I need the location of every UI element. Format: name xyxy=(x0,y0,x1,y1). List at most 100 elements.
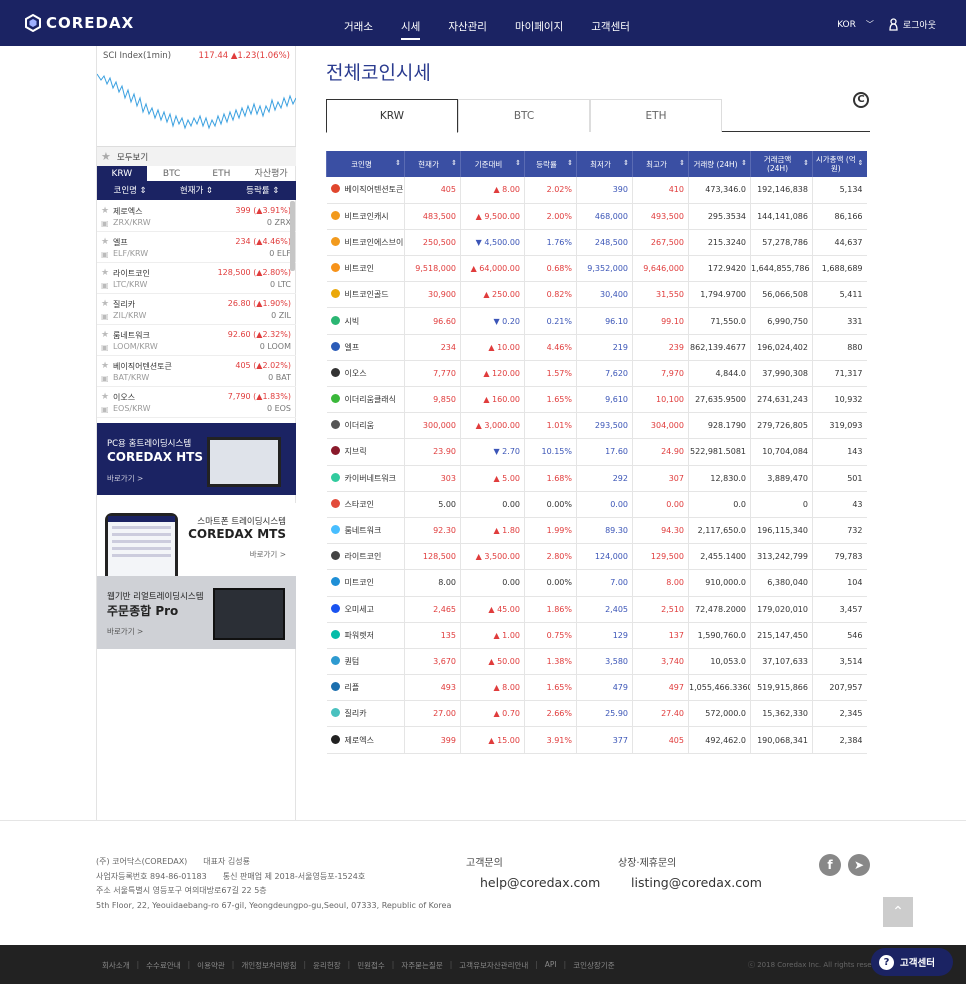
coin-cell[interactable]: 라이트코인 xyxy=(326,543,405,571)
sidebar-tab-btc[interactable]: BTC xyxy=(147,166,197,181)
telegram-icon[interactable]: ➤ xyxy=(848,854,870,876)
facebook-icon[interactable]: f xyxy=(819,854,841,876)
scroll-to-top-button[interactable]: ⌃ xyxy=(883,897,913,927)
coin-cell[interactable]: 카이버네트워크 xyxy=(326,465,405,492)
star-icon[interactable]: ★ xyxy=(101,237,109,247)
sidebar-coin-row[interactable]: ★ 제로엑스 399 (▲3.91%) ▣ ZRX/KRW 0 ZRX xyxy=(97,201,296,232)
sort-icon[interactable]: ⇕ xyxy=(451,159,457,167)
listing-email[interactable]: listing@coredax.com xyxy=(631,875,762,890)
star-icon[interactable]: ★ xyxy=(101,361,109,371)
chevron-down-icon[interactable]: ﹀ xyxy=(866,19,874,30)
sort-icon[interactable]: ⇕ xyxy=(567,159,573,167)
table-row[interactable]: 비트코인에스브이 250,500 ▼ 4,500.00 1.76% 248,500 267… xyxy=(326,229,867,257)
sidebar-tab-assets[interactable]: 자산평가 xyxy=(246,166,296,181)
hts-banner[interactable]: PC용 홈트레이딩시스템 COREDAX HTS 바로가기 > xyxy=(97,423,296,495)
coin-cell[interactable]: 퀀텀 xyxy=(326,648,405,676)
sidebar-coin-row[interactable]: ★ 베이직어텐션토큰 405 (▲2.02%) ▣ BAT/KRW 0 BAT xyxy=(97,356,296,387)
mts-banner-link[interactable]: 바로가기 > xyxy=(250,549,286,560)
footer-link[interactable]: 자주묻는질문 xyxy=(401,960,442,971)
coin-cell[interactable]: 엘프 xyxy=(326,334,405,361)
coin-cell[interactable]: 이더리움 xyxy=(326,412,405,440)
sidebar-tab-krw[interactable]: KRW xyxy=(97,166,147,181)
column-header[interactable]: 기준대비 ⇕ xyxy=(460,151,525,177)
coin-cell[interactable]: 지브릭 xyxy=(326,438,405,466)
support-email[interactable]: help@coredax.com xyxy=(480,875,600,890)
sidebar-tab-eth[interactable]: ETH xyxy=(197,166,247,181)
sidebar-coin-row[interactable]: ★ 엘프 234 (▲4.46%) ▣ ELF/KRW 0 ELF xyxy=(97,232,296,263)
sidebar-coin-row[interactable]: ★ 라이트코인 128,500 (▲2.80%) ▣ LTC/KRW 0 LTC xyxy=(97,263,296,294)
footer-link[interactable]: 코인상장기준 xyxy=(573,960,614,971)
mts-banner[interactable]: 스마트폰 트레이딩시스템 COREDAX MTS 바로가기 > xyxy=(97,503,296,576)
sort-change-rate[interactable]: 등락률 ⇕ xyxy=(230,182,296,200)
sort-icon[interactable]: ⇕ xyxy=(395,159,401,167)
coin-cell[interactable]: 미트코인 xyxy=(326,569,405,597)
table-row[interactable]: 퀀텀 3,670 ▲ 50.00 1.38% 3,580 3,740 10,053.0 37,… xyxy=(326,648,867,676)
coin-cell[interactable]: 비트코인골드 xyxy=(326,281,405,309)
table-row[interactable]: 라이트코인 128,500 ▲ 3,500.00 2.80% 124,000 129,50… xyxy=(326,543,867,571)
table-row[interactable]: 이더리움클래식 9,850 ▲ 160.00 1.65% 9,610 10,100 27,6… xyxy=(326,386,867,414)
tab-eth[interactable]: ETH xyxy=(590,99,722,132)
nav-market-price[interactable]: 시세 xyxy=(387,0,434,46)
hts-banner-link[interactable]: 바로가기 > xyxy=(107,473,143,484)
coin-cell[interactable]: 제로엑스 xyxy=(326,726,405,754)
table-row[interactable]: 제로엑스 399 ▲ 15.00 3.91% 377 405 492,462.0 190,06… xyxy=(326,726,867,754)
table-row[interactable]: 비트코인 9,518,000 ▲ 64,000.00 0.68% 9,352,000 9,… xyxy=(326,255,867,283)
coin-cell[interactable]: 이오스 xyxy=(326,360,405,388)
table-row[interactable]: 질리카 27.00 ▲ 0.70 2.66% 25.90 27.40 572,000.0 15… xyxy=(326,700,867,728)
footer-link[interactable]: 수수료안내 xyxy=(146,960,181,971)
sort-current-price[interactable]: 현재가 ⇕ xyxy=(163,182,229,200)
column-header[interactable]: 최고가 ⇕ xyxy=(632,151,689,177)
footer-link[interactable]: 이용약관 xyxy=(197,960,225,971)
column-header[interactable]: 코인명 ⇕ xyxy=(326,151,405,177)
table-row[interactable]: 카이버네트워크 303 ▲ 5.00 1.68% 292 307 12,830.0 3,889… xyxy=(326,465,867,492)
nav-support[interactable]: 고객센터 xyxy=(577,0,644,46)
column-header[interactable]: 현재가 ⇕ xyxy=(404,151,461,177)
column-header[interactable]: 최저가 ⇕ xyxy=(576,151,633,177)
star-icon[interactable]: ★ xyxy=(101,206,109,216)
table-row[interactable]: 비트코인골드 30,900 ▲ 250.00 0.82% 30,400 31,550 1,7… xyxy=(326,281,867,309)
star-icon[interactable]: ★ xyxy=(101,392,109,402)
sidebar-coin-row[interactable]: ★ 룸네트워크 92.60 (▲2.32%) ▣ LOOM/KRW 0 LOOM xyxy=(97,325,296,356)
column-header[interactable]: 거래금액 (24H) ⇕ xyxy=(750,151,813,177)
language-select[interactable]: KOR xyxy=(837,20,856,30)
table-row[interactable]: 오미세고 2,465 ▲ 45.00 1.86% 2,405 2,510 72,478.20… xyxy=(326,596,867,623)
coin-cell[interactable]: 파워렛저 xyxy=(326,622,405,649)
pro-banner-link[interactable]: 바로가기 > xyxy=(107,626,143,637)
coin-cell[interactable]: 이더리움클래식 xyxy=(326,386,405,414)
table-row[interactable]: 스타코인 5.00 0.00 0.00% 0.00 0.00 0.0 0 43 xyxy=(326,491,867,518)
nav-mypage[interactable]: 마이페이지 xyxy=(501,0,577,46)
coin-cell[interactable]: 리플 xyxy=(326,674,405,702)
coredax-logo[interactable]: COREDAX xyxy=(24,14,134,32)
footer-link[interactable]: 민원접수 xyxy=(357,960,385,971)
column-header[interactable]: 거래량 (24H) ⇕ xyxy=(688,151,751,177)
sort-icon[interactable]: ⇕ xyxy=(679,159,685,167)
coin-cell[interactable]: 질리카 xyxy=(326,700,405,728)
column-header[interactable]: 등락률 ⇕ xyxy=(524,151,577,177)
table-row[interactable]: 미트코인 8.00 0.00 0.00% 7.00 8.00 910,000.0 6,380,… xyxy=(326,569,867,597)
star-icon[interactable]: ★ xyxy=(101,330,109,340)
coin-cell[interactable]: 비트코인에스브이 xyxy=(326,229,405,257)
star-icon[interactable]: ★ xyxy=(101,299,109,309)
sort-coin-name[interactable]: 코인명 ⇕ xyxy=(97,182,163,200)
logout-button[interactable]: 로그아웃 xyxy=(903,18,936,31)
table-row[interactable]: 이더리움 300,000 ▲ 3,000.00 1.01% 293,500 304,000… xyxy=(326,412,867,440)
nav-assets[interactable]: 자산관리 xyxy=(434,0,501,46)
coin-cell[interactable]: 오미세고 xyxy=(326,596,405,623)
tab-btc[interactable]: BTC xyxy=(458,99,590,132)
customer-center-button[interactable]: ? 고객센터 xyxy=(871,948,953,976)
pro-banner[interactable]: 웹기반 리얼트레이딩시스템 주문종합 Pro 바로가기 > xyxy=(97,576,296,649)
table-row[interactable]: 룸네트워크 92.30 ▲ 1.80 1.99% 89.30 94.30 2,117,650… xyxy=(326,517,867,545)
star-icon[interactable]: ★ xyxy=(101,268,109,278)
table-row[interactable]: 리플 493 ▲ 8.00 1.65% 479 497 1,055,466.3360 519,… xyxy=(326,674,867,702)
coin-cell[interactable]: 베이직어텐션토큰 xyxy=(326,177,405,204)
coin-cell[interactable]: 룸네트워크 xyxy=(326,517,405,545)
table-row[interactable]: 지브릭 23.90 ▼ 2.70 10.15% 17.60 24.90 522,981.50… xyxy=(326,438,867,466)
table-row[interactable]: 베이직어텐션토큰 405 ▲ 8.00 2.02% 390 410 473,346.0 192… xyxy=(326,177,867,204)
coin-cell[interactable]: 비트코인캐시 xyxy=(326,203,405,230)
table-row[interactable]: 이오스 7,770 ▲ 120.00 1.57% 7,620 7,970 4,844.0 37… xyxy=(326,360,867,388)
tab-krw[interactable]: KRW xyxy=(326,99,458,133)
favorites-bar[interactable]: ★ 모두보기 xyxy=(97,146,296,166)
nav-exchange[interactable]: 거래소 xyxy=(330,0,387,46)
star-icon[interactable]: ★ xyxy=(101,150,111,163)
table-row[interactable]: 비트코인캐시 483,500 ▲ 9,500.00 2.00% 468,000 493,5… xyxy=(326,203,867,230)
